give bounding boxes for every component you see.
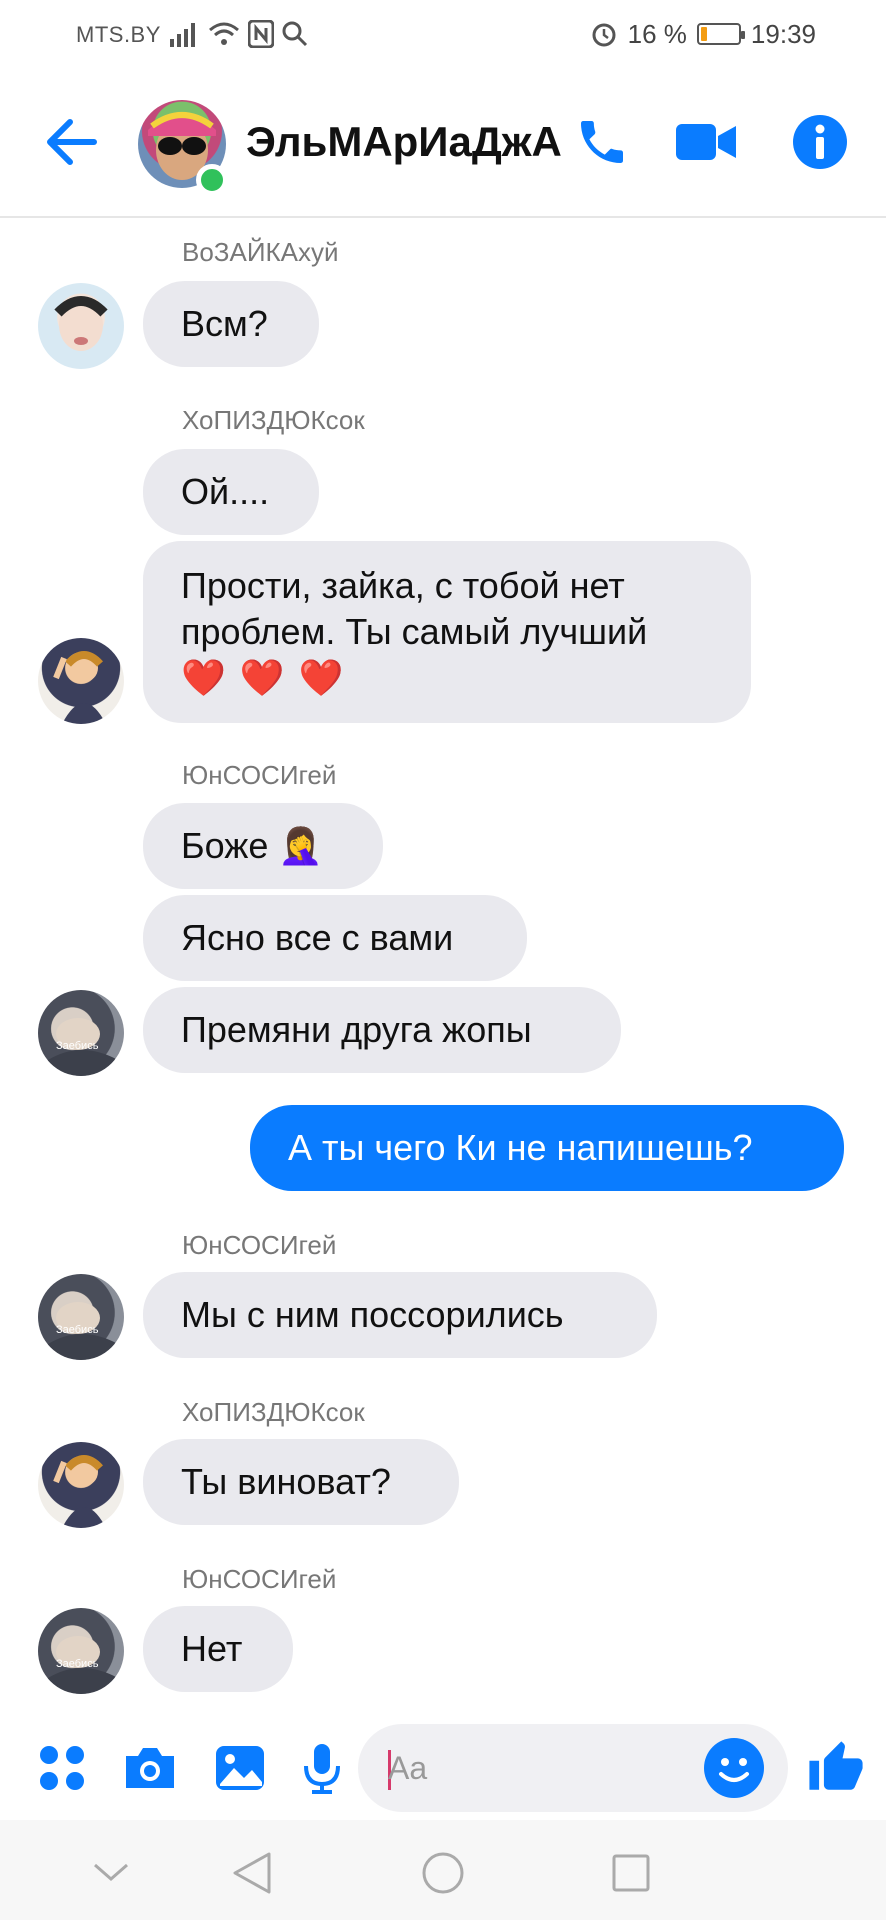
sender-name: ЮнСОСИгей [182,1230,337,1260]
call-button[interactable] [570,110,634,174]
info-icon [793,115,847,169]
chat-title[interactable]: ЭльМАрИаДжА [246,118,562,166]
alarm-icon [592,23,616,47]
phone-icon [581,121,623,163]
status-bar: MTS.BY 16 % 19:39 [0,0,886,70]
nav-recents-button[interactable] [606,1848,656,1898]
message-bubble[interactable]: Боже 🤦‍♀️ [143,803,383,889]
clock: 19:39 [750,18,816,49]
message-bubble[interactable]: Нет [143,1606,293,1692]
voice-button[interactable] [292,1738,352,1798]
back-arrow-icon [47,119,97,165]
smiley-icon [719,1758,749,1782]
four-dots-icon [40,1746,84,1790]
sender-name: ЮнСОСИгей [182,760,337,790]
sender-name: ХоПИЗДЮКсок [182,405,365,435]
avatar[interactable]: Заебись [38,990,124,1076]
avatar-overlay-text: Заебись [56,1040,99,1052]
avatar-photo-icon [48,1636,118,1694]
status-icons-right: 16 % 19:39 [590,18,816,50]
message-input[interactable] [388,1744,688,1792]
video-call-button[interactable] [674,110,738,174]
system-nav-bar [0,1820,886,1920]
nfc-icon [248,20,274,48]
avatar-overlay-text: Заебись [56,1658,99,1670]
video-camera-icon [676,124,736,160]
heart-emojis: ❤️ ❤️ ❤️ [181,657,346,698]
chevron-down-icon [94,1863,128,1881]
sender-name: ЮнСОСИгей [182,1564,337,1594]
like-button[interactable] [806,1738,866,1798]
message-bubble[interactable]: Ясно все с вами [143,895,527,981]
camera-button[interactable] [120,1738,180,1798]
square-recents-icon [612,1854,650,1892]
sender-name: ВоЗАЙКАхуй [182,237,339,267]
message-bubble[interactable]: Мы с ним поссорились [143,1272,657,1358]
thumbs-up-icon [809,1741,863,1790]
sender-name: ХоПИЗДЮКсок [182,1397,365,1427]
message-bubble[interactable]: Ты виноват? [143,1439,459,1525]
message-bubble[interactable]: Ой.... [143,449,319,535]
triangle-back-icon [233,1852,271,1894]
avatar[interactable]: Заебись [38,1274,124,1360]
message-bubble[interactable]: Прости, зайка, с тобой нет проблем. Ты с… [143,541,751,723]
avatar-photo-icon [54,296,108,351]
microphone-icon [304,1744,340,1794]
avatar-photo-icon [48,1302,118,1360]
online-indicator [196,164,228,196]
more-actions-button[interactable] [32,1738,92,1798]
battery-percent: 16 % [627,18,687,49]
nav-hide-keyboard-button[interactable] [86,1848,136,1898]
message-text: Прости, зайка, с тобой нет проблем. Ты с… [181,565,648,652]
message-input-container [358,1724,788,1812]
battery-level [700,27,708,41]
battery-icon [696,23,745,45]
camera-icon [126,1748,174,1788]
avatar-overlay-text: Заебись [56,1324,99,1336]
circle-home-icon [422,1852,464,1894]
image-icon [216,1746,264,1790]
carrier-label: MTS.BY [76,22,161,47]
message-bubble[interactable]: Всм? [143,281,319,367]
signal-icon [170,23,195,47]
message-bubble[interactable]: Премяни друга жопы [143,987,621,1073]
avatar-photo-icon [53,1455,106,1528]
back-button[interactable] [44,114,108,172]
chat-header: ЭльМАрИаДжА [0,70,886,218]
search-icon [282,21,308,47]
wifi-icon [209,22,239,45]
composer-bar [0,1718,886,1818]
avatar[interactable] [38,1442,124,1528]
status-icons-left [170,18,308,50]
gallery-button[interactable] [210,1738,270,1798]
avatar[interactable]: Заебись [38,1608,124,1694]
avatar[interactable] [38,638,124,724]
avatar-photo-icon [48,1018,118,1076]
avatar[interactable] [38,283,124,369]
nav-home-button[interactable] [418,1848,468,1898]
info-button[interactable] [788,110,852,174]
emoji-button[interactable] [704,1738,764,1798]
nav-back-button[interactable] [226,1848,276,1898]
own-message-bubble[interactable]: А ты чего Ки не напишешь? [250,1105,844,1191]
avatar-photo-icon [53,651,106,724]
